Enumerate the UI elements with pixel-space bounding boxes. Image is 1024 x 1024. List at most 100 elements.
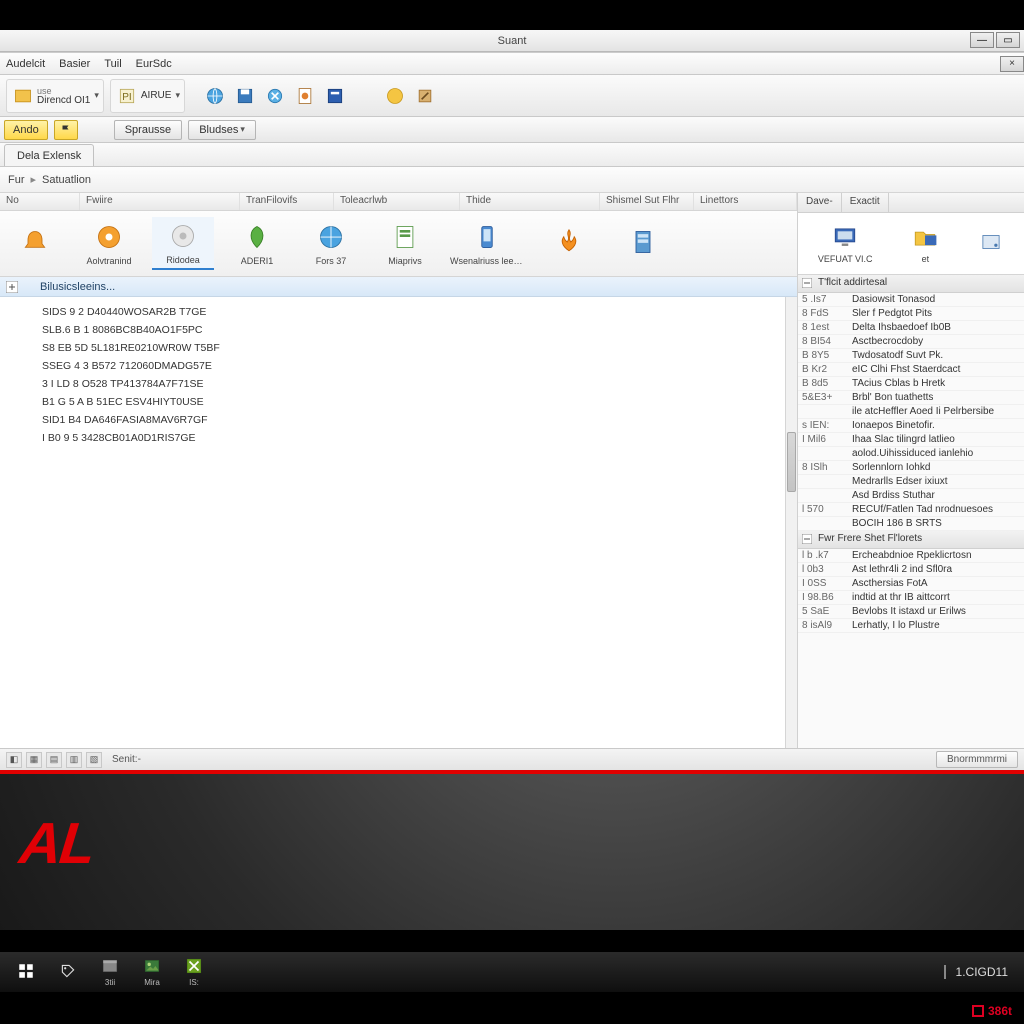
side-shortcut-2[interactable] <box>978 229 1004 259</box>
list-row[interactable]: 3 I LD 8 O528 TP413784A7F71SE <box>42 375 787 393</box>
ribbon-item-0[interactable] <box>4 223 66 264</box>
side-list-row[interactable]: Medrarlls Edser ixiuxt <box>798 475 1024 489</box>
save-icon[interactable] <box>233 84 257 108</box>
report-icon[interactable] <box>293 84 317 108</box>
side-list-row[interactable]: I 98.B6indtid at thr IB aittcorrt <box>798 591 1024 605</box>
filter-button-2[interactable]: Bludses▾ <box>188 120 256 140</box>
menu-item-0[interactable]: Audelcit <box>6 58 45 70</box>
side-list-row[interactable]: 8 1estDelta Ihsbaedoef Ib0B <box>798 321 1024 335</box>
ribbon-item-3[interactable]: ADERI1 <box>226 218 288 269</box>
side-list-row[interactable]: B Kr2eIC Clhi Fhst Staerdcact <box>798 363 1024 377</box>
side-list-row[interactable]: l b .k7Ercheabdnioe Rpeklicrtosn <box>798 549 1024 563</box>
toolbar-group-device[interactable]: PI AIRUE ▾ <box>110 79 185 113</box>
status-icon-5[interactable]: ▧ <box>86 752 102 768</box>
ribbon-item-8[interactable] <box>612 223 674 264</box>
side-tab-1[interactable]: Dave- <box>798 193 842 212</box>
status-icon-3[interactable]: ▤ <box>46 752 62 768</box>
taskbar-item-2[interactable]: 3tii <box>90 955 130 989</box>
status-icon-2[interactable]: ▦ <box>26 752 42 768</box>
refresh-icon[interactable] <box>263 84 287 108</box>
side-list-row[interactable]: s IEN:Ionaepos Binetofir. <box>798 419 1024 433</box>
list-row[interactable]: S8 EB 5D 5L181RE0210WR0W T5BF <box>42 339 787 357</box>
side-list-row[interactable]: I 0SSAscthersias FotA <box>798 577 1024 591</box>
side-list-row[interactable]: aolod.Uihissiduced ianlehio <box>798 447 1024 461</box>
side-list-row[interactable]: Asd Brdiss Stuthar <box>798 489 1024 503</box>
coin-icon[interactable] <box>383 84 407 108</box>
column-header[interactable]: Toleacrlwb <box>334 193 460 210</box>
database-icon[interactable] <box>323 84 347 108</box>
side-list-row[interactable]: 5&E3+Brbl' Bon tuathetts <box>798 391 1024 405</box>
menu-item-2[interactable]: Tuil <box>104 58 121 70</box>
list-row[interactable]: B1 G 5 A B 51EC ESV4HIYT0USE <box>42 393 787 411</box>
side-list-row[interactable]: 5 SaEBevlobs It istaxd ur Erilws <box>798 605 1024 619</box>
menu-item-3[interactable]: EurSdc <box>136 58 172 70</box>
column-header[interactable]: No <box>0 193 80 210</box>
side-list-row[interactable]: 8 FdSSler f Pedgtot Pits <box>798 307 1024 321</box>
os-taskbar: 3tiiMiraIS: 1.CIGD11 <box>0 952 1024 992</box>
action-button-primary[interactable]: Ando <box>4 120 48 140</box>
column-header[interactable]: Linettors <box>694 193 797 210</box>
side-panel-shortcuts: VEFUAT VI.C et <box>798 213 1024 275</box>
ribbon-item-2[interactable]: Ridodea <box>152 217 214 270</box>
disc-orange-icon <box>93 221 125 253</box>
list-row[interactable]: I B0 9 5 3428CB01A0D1RIS7GE <box>42 429 787 447</box>
ribbon-item-5[interactable]: Miaprivs <box>374 218 436 269</box>
filter-button-1[interactable]: Sprausse <box>114 120 182 140</box>
status-icon-4[interactable]: ▥ <box>66 752 82 768</box>
status-icon-1[interactable]: ◧ <box>6 752 22 768</box>
action-button-icon[interactable] <box>54 120 78 140</box>
window-minimize-button[interactable]: — <box>970 32 994 48</box>
side-section-header-1[interactable]: T'flcit addirtesal <box>798 275 1024 293</box>
list-row[interactable]: SLB.6 B 1 8086BC8B40AO1F5PC <box>42 321 787 339</box>
side-list-row[interactable]: l 570RECUf/Fatlen Tad nrodnuesoes <box>798 503 1024 517</box>
taskbar-item-0[interactable] <box>6 955 46 989</box>
panel-grey-icon <box>101 957 119 977</box>
list-row[interactable]: SSEG 4 3 B572 712060DMADG57E <box>42 357 787 375</box>
server-blue-icon <box>627 226 659 258</box>
tab-1[interactable]: Dela Exlensk <box>4 144 94 166</box>
globe-icon[interactable] <box>203 84 227 108</box>
side-tab-2[interactable]: Exactit <box>842 193 889 212</box>
menu-item-1[interactable]: Basier <box>59 58 90 70</box>
side-shortcut-1[interactable]: et <box>912 224 938 264</box>
side-list-row[interactable]: B 8Y5Twdosatodf Suvt Pk. <box>798 349 1024 363</box>
side-list-row[interactable]: l 0b3Ast lethr4li 2 ind Sfl0ra <box>798 563 1024 577</box>
taskbar-item-4[interactable]: IS: <box>174 955 214 989</box>
document-tabs: Dela Exlensk <box>0 143 1024 167</box>
data-list[interactable]: SIDS 9 2 D40440WOSAR2B T7GESLB.6 B 1 808… <box>0 297 797 748</box>
column-header[interactable]: TranFilovifs <box>240 193 334 210</box>
toolbar-group-project[interactable]: use Direncd OI1 ▾ <box>6 79 104 113</box>
breadcrumb-seg-2[interactable]: Satuatlion <box>42 174 91 186</box>
side-list-row[interactable]: B 8d5TAcius Cblas b Hretk <box>798 377 1024 391</box>
window-maximize-button[interactable]: ▭ <box>996 32 1020 48</box>
side-list-row[interactable]: 5 .Is7Dasiowsit Tonasod <box>798 293 1024 307</box>
ribbon-item-6[interactable]: Wsenalriuss leeapta <box>448 218 526 269</box>
side-list-row[interactable]: I Mil6Ihaa Slac tilingrd latlieo <box>798 433 1024 447</box>
scrollbar-thumb[interactable] <box>787 432 796 492</box>
breadcrumb-seg-1[interactable]: Fur <box>8 174 25 186</box>
ribbon-item-1[interactable]: Aolvtranind <box>78 218 140 269</box>
tools-icon[interactable] <box>413 84 437 108</box>
list-row[interactable]: SID1 B4 DA646FASIA8MAV6R7GF <box>42 411 787 429</box>
list-group-header[interactable]: Bilusicsleeins... <box>0 277 797 297</box>
side-shortcut-0[interactable]: VEFUAT VI.C <box>818 224 873 264</box>
side-list-row[interactable]: 8 ISlhSorlennlorn Iohkd <box>798 461 1024 475</box>
taskbar-item-1[interactable] <box>48 955 88 989</box>
vertical-scrollbar[interactable] <box>785 297 797 748</box>
taskbar-item-3[interactable]: Mira <box>132 955 172 989</box>
column-header[interactable]: Fwiire <box>80 193 240 210</box>
list-row[interactable]: SIDS 9 2 D40440WOSAR2B T7GE <box>42 303 787 321</box>
menu-bar: Audelcit Basier Tuil EurSdc × <box>0 53 1024 75</box>
side-list-row[interactable]: 8 BI54Asctbecrocdoby <box>798 335 1024 349</box>
column-header[interactable]: Shismel Sut Flhr <box>600 193 694 210</box>
side-list-row[interactable]: 8 isAl9Lerhatly, I lo Plustre <box>798 619 1024 633</box>
ribbon-item-7[interactable] <box>538 223 600 264</box>
status-action-button[interactable]: Bnormmmrmi <box>936 751 1018 768</box>
side-list-row[interactable]: BOCIH 186 B SRTS <box>798 517 1024 531</box>
ribbon-item-4[interactable]: Fors 37 <box>300 218 362 269</box>
side-list-row[interactable]: ile atcHeffler Aoed Ii Pelrbersibe <box>798 405 1024 419</box>
taskbar-clock[interactable]: 1.CIGD11 <box>944 965 1018 979</box>
side-section-header-2[interactable]: Fwr Frere Shet Fl'lorets <box>798 531 1024 549</box>
column-header[interactable]: Thide <box>460 193 600 210</box>
window-close-button[interactable]: × <box>1000 56 1024 72</box>
